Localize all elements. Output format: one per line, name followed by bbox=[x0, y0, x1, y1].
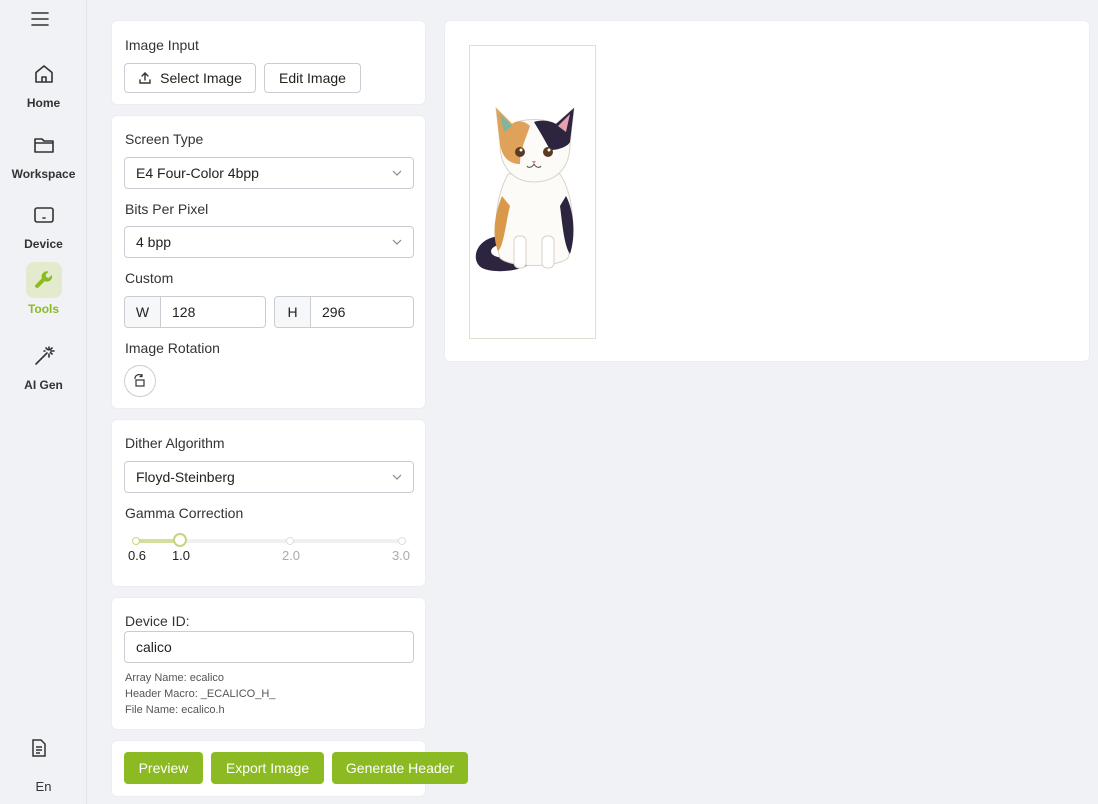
sidebar-item-ai-gen[interactable]: AI Gen bbox=[0, 338, 87, 398]
bits-per-pixel-label: Bits Per Pixel bbox=[125, 201, 209, 217]
wrench-icon bbox=[25, 262, 62, 298]
screen-type-label: Screen Type bbox=[125, 131, 204, 147]
custom-size-label: Custom bbox=[125, 270, 174, 286]
image-input-title: Image Input bbox=[125, 37, 199, 53]
gamma-mark-label: 2.0 bbox=[281, 548, 301, 563]
home-icon bbox=[26, 56, 62, 92]
width-tag: W bbox=[125, 297, 161, 327]
device-id-input[interactable]: calico bbox=[124, 631, 414, 663]
sidebar-item-label: Workspace bbox=[11, 167, 76, 181]
gamma-slider[interactable] bbox=[132, 533, 406, 547]
sidebar-item-label: Device bbox=[24, 237, 63, 251]
screen-settings-card: Screen Type E4 Four-Color 4bpp Bits Per … bbox=[111, 115, 426, 409]
gamma-mark-dot bbox=[398, 537, 406, 545]
magic-wand-icon bbox=[26, 338, 62, 374]
height-input[interactable]: H 296 bbox=[274, 296, 414, 328]
width-input[interactable]: W 128 bbox=[124, 296, 266, 328]
folder-icon bbox=[26, 127, 62, 163]
document-icon[interactable] bbox=[30, 738, 48, 761]
dither-algorithm-value: Floyd-Steinberg bbox=[136, 469, 235, 485]
select-image-label: Select Image bbox=[160, 70, 242, 86]
dither-algorithm-select[interactable]: Floyd-Steinberg bbox=[124, 461, 414, 493]
sidebar-item-label: Home bbox=[26, 96, 61, 110]
edit-image-label: Edit Image bbox=[279, 70, 346, 86]
rotate-icon bbox=[134, 374, 145, 387]
preview-button[interactable]: Preview bbox=[124, 752, 203, 784]
sidebar: Home Workspace Device Tools AI Gen En bbox=[0, 0, 87, 804]
device-id-card: Device ID: calico Array Name: ecalico He… bbox=[111, 597, 426, 730]
hamburger-menu-icon[interactable] bbox=[30, 10, 50, 28]
image-rotation-label: Image Rotation bbox=[125, 340, 220, 356]
chevron-down-icon bbox=[392, 239, 402, 245]
gamma-mark-dot bbox=[286, 537, 294, 545]
dither-card: Dither Algorithm Floyd-Steinberg Gamma C… bbox=[111, 419, 426, 587]
chevron-down-icon bbox=[392, 170, 402, 176]
width-value: 128 bbox=[172, 304, 196, 320]
calico-cat-image bbox=[475, 106, 575, 272]
preview-panel bbox=[444, 20, 1090, 362]
sidebar-item-tools[interactable]: Tools bbox=[0, 262, 87, 322]
upload-icon bbox=[139, 72, 151, 84]
image-input-card: Image Input Select Image Edit Image bbox=[111, 20, 426, 105]
select-image-button[interactable]: Select Image bbox=[124, 63, 256, 93]
generate-header-button[interactable]: Generate Header bbox=[332, 752, 468, 784]
screen-type-select[interactable]: E4 Four-Color 4bpp bbox=[124, 157, 414, 189]
gamma-mark-label: 1.0 bbox=[171, 548, 191, 563]
sidebar-item-home[interactable]: Home bbox=[0, 56, 87, 116]
file-name-text: File Name: ecalico.h bbox=[125, 704, 225, 716]
device-icon bbox=[26, 197, 62, 233]
device-id-label: Device ID: bbox=[125, 613, 190, 629]
height-tag: H bbox=[275, 297, 311, 327]
gamma-correction-label: Gamma Correction bbox=[125, 505, 244, 521]
dither-algorithm-label: Dither Algorithm bbox=[125, 435, 225, 451]
preview-canvas bbox=[469, 45, 596, 339]
sidebar-item-label: Tools bbox=[27, 302, 60, 316]
edit-image-button[interactable]: Edit Image bbox=[264, 63, 361, 93]
device-id-value: calico bbox=[136, 639, 172, 655]
header-macro-text: Header Macro: _ECALICO_H_ bbox=[125, 688, 276, 700]
sidebar-item-device[interactable]: Device bbox=[0, 197, 87, 257]
gamma-mark-dot bbox=[132, 537, 140, 545]
gamma-mark-label: 0.6 bbox=[127, 548, 147, 563]
language-switcher[interactable]: En bbox=[0, 779, 87, 794]
gamma-mark-label: 3.0 bbox=[391, 548, 411, 563]
height-value: 296 bbox=[322, 304, 346, 320]
screen-type-value: E4 Four-Color 4bpp bbox=[136, 165, 259, 181]
bits-per-pixel-select[interactable]: 4 bpp bbox=[124, 226, 414, 258]
chevron-down-icon bbox=[392, 474, 402, 480]
array-name-text: Array Name: ecalico bbox=[125, 672, 225, 684]
export-image-button[interactable]: Export Image bbox=[211, 752, 324, 784]
gamma-slider-handle[interactable] bbox=[173, 533, 188, 547]
rotate-button[interactable] bbox=[124, 365, 156, 397]
bits-per-pixel-value: 4 bpp bbox=[136, 234, 172, 250]
sidebar-item-label: AI Gen bbox=[24, 378, 63, 392]
sidebar-item-workspace[interactable]: Workspace bbox=[0, 127, 87, 187]
